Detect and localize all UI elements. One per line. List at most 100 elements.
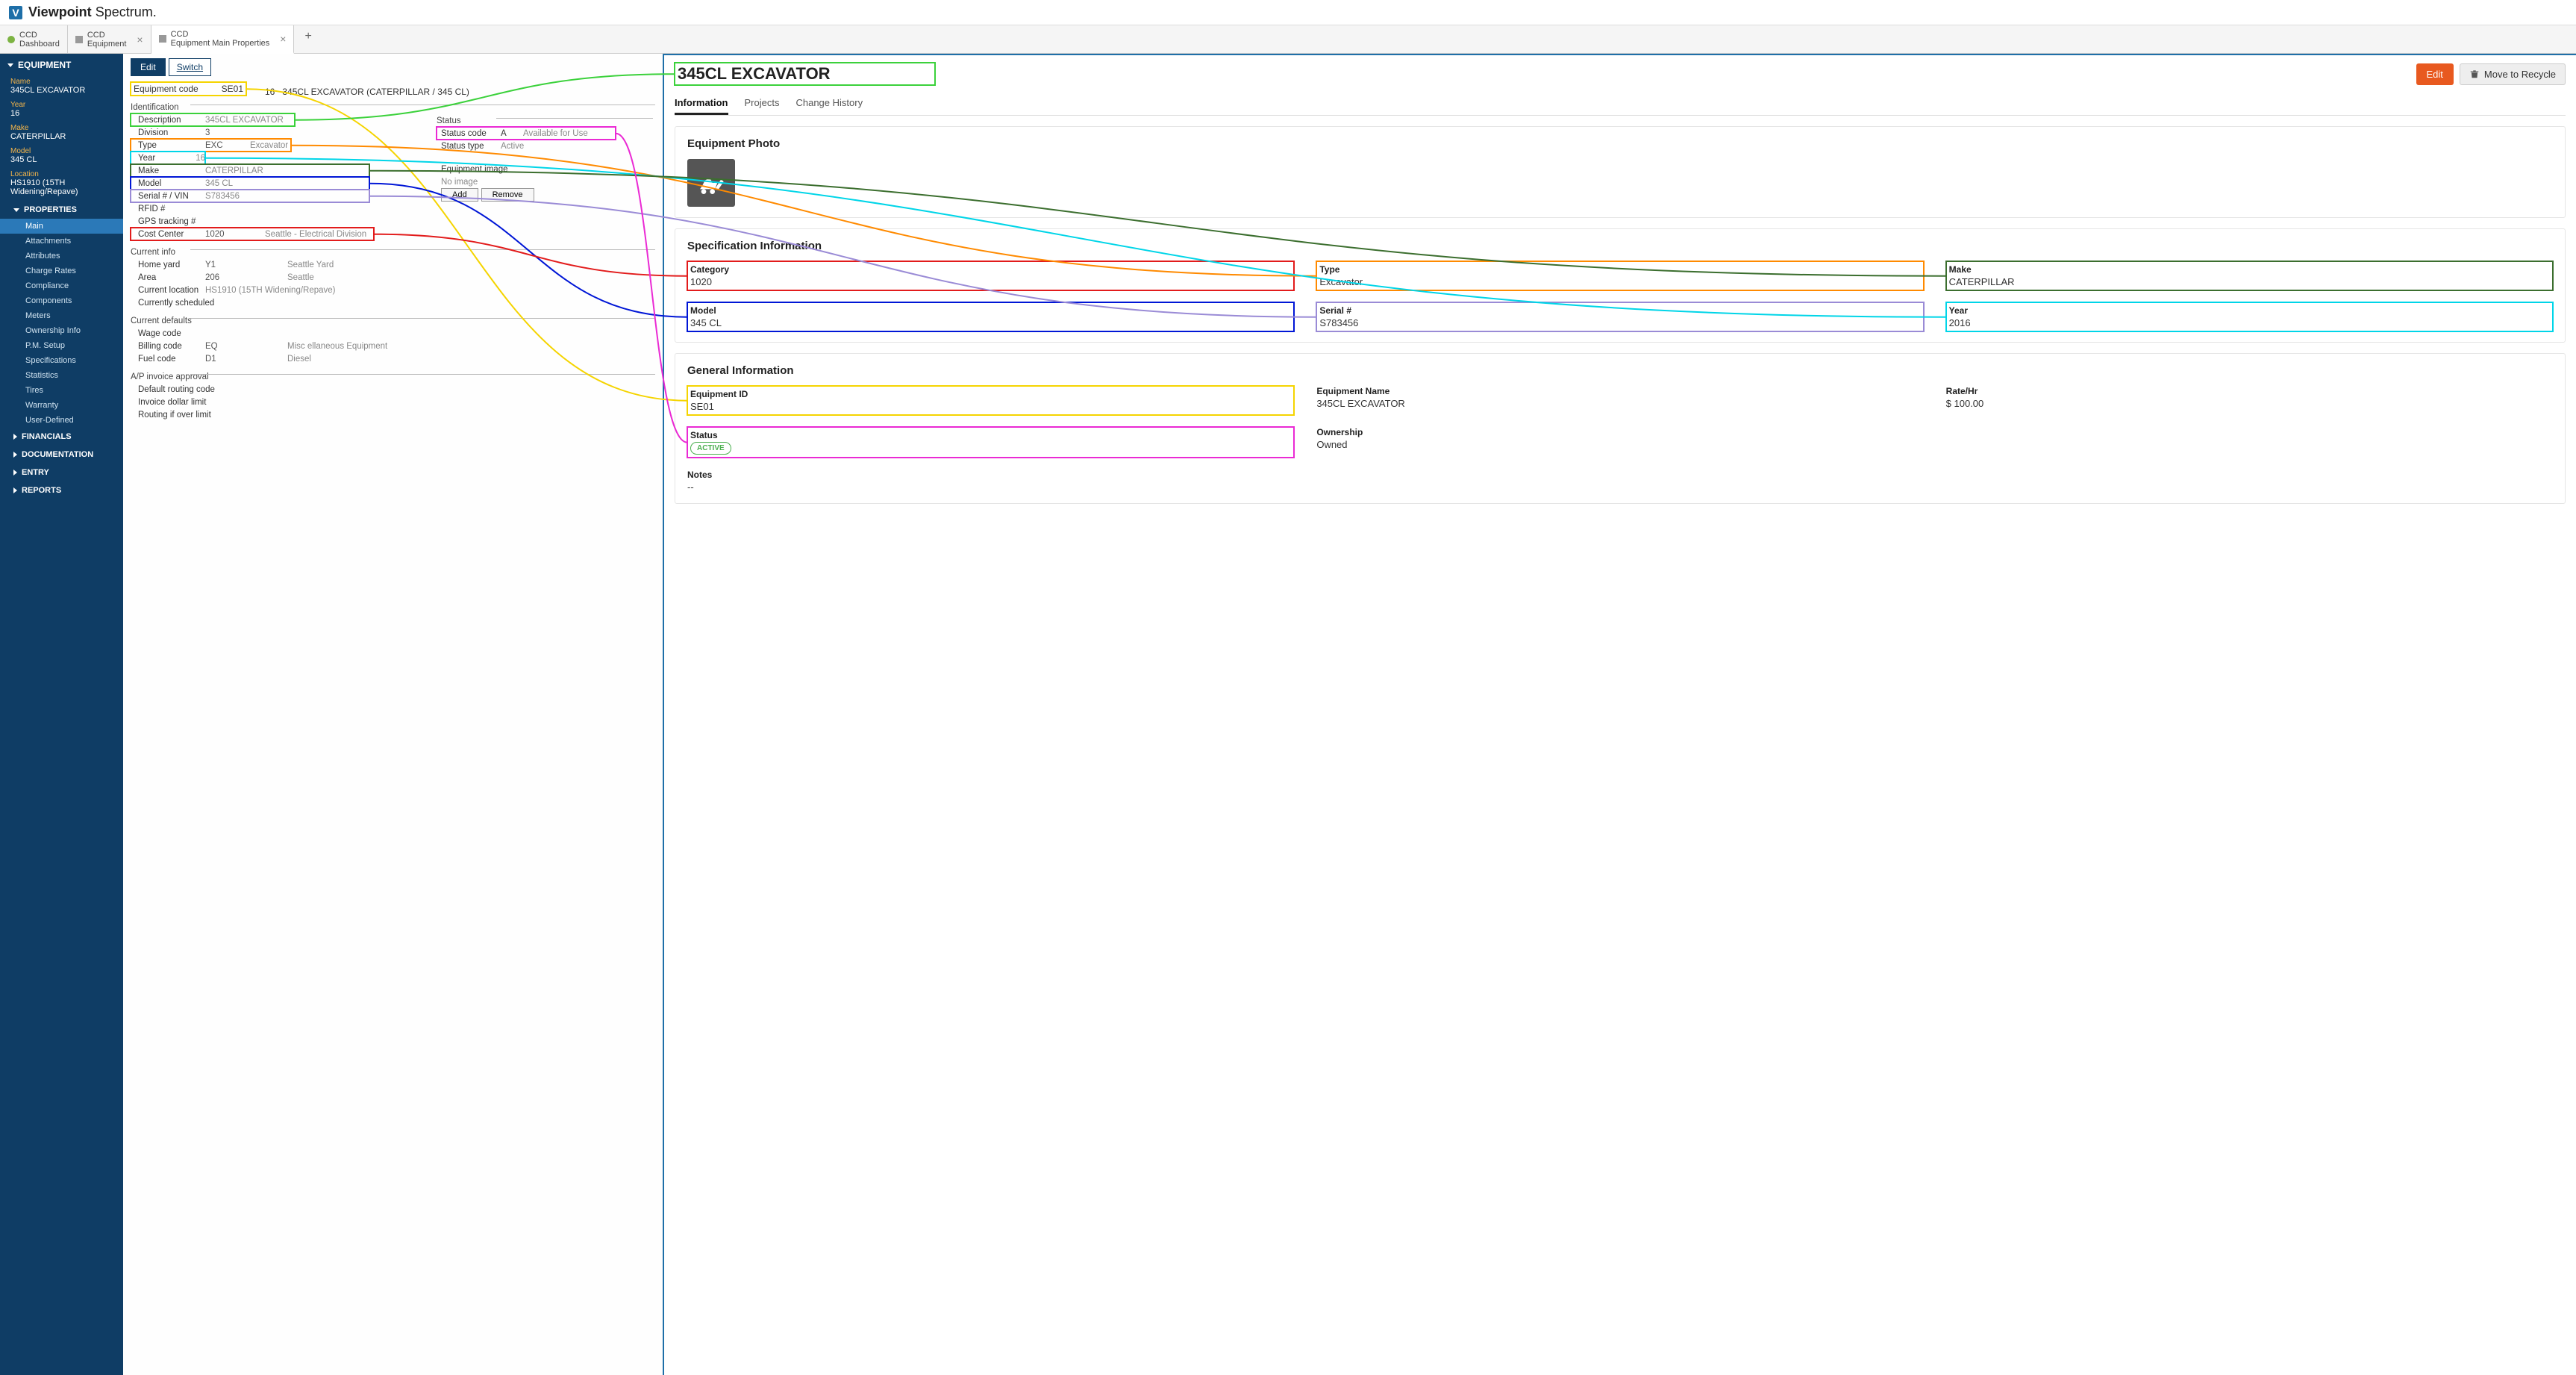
sidebar-section-label: REPORTS — [22, 486, 61, 495]
sidebar-item-statistics[interactable]: Statistics — [0, 368, 123, 383]
tab-bottom: Dashboard — [19, 40, 60, 49]
close-icon[interactable]: × — [137, 34, 143, 46]
sidebar-item-attachments[interactable]: Attachments — [0, 234, 123, 249]
fuel-code-value: D1 — [205, 355, 287, 364]
sidebar-section-label: PROPERTIES — [24, 205, 77, 214]
wage-code-label: Wage code — [131, 329, 205, 338]
gen-own-label: Ownership — [1316, 427, 1923, 437]
make-value: CATERPILLAR — [205, 166, 287, 175]
equipment-image-label: Equipment image — [441, 165, 508, 174]
status-dot-icon — [7, 36, 15, 43]
close-icon[interactable]: × — [280, 33, 286, 45]
current-location-value: HS1910 (15TH Widening/Repave) — [205, 286, 336, 295]
home-yard-desc: Seattle Yard — [287, 261, 334, 269]
sidebar: EQUIPMENT Name 345CL EXCAVATOR Year 16 M… — [0, 54, 123, 1375]
sidebar-item-warranty[interactable]: Warranty — [0, 398, 123, 413]
detail-tab-information[interactable]: Information — [675, 93, 728, 115]
sidebar-equipment-header[interactable]: EQUIPMENT — [0, 54, 123, 76]
sidebar-properties-header[interactable]: PROPERTIES — [0, 201, 123, 219]
sidebar-item-main[interactable]: Main — [0, 219, 123, 234]
spec-model-value: 345 CL — [690, 317, 1291, 328]
status-type-value: Active — [501, 142, 524, 151]
sb-year-label: Year — [0, 99, 123, 109]
sidebar-item-attributes[interactable]: Attributes — [0, 249, 123, 264]
tab-bottom: Equipment Main Properties — [171, 39, 270, 48]
gen-status-label: Status — [690, 430, 1291, 440]
sidebar-item-charge-rates[interactable]: Charge Rates — [0, 264, 123, 278]
type-label: Type — [131, 141, 205, 150]
tab-equipment[interactable]: CCDEquipment × — [68, 25, 151, 53]
sidebar-section-label: FINANCIALS — [22, 432, 72, 441]
type-value: EXC — [205, 141, 250, 150]
gen-own-value: Owned — [1316, 439, 1923, 450]
year-label: Year — [131, 154, 166, 163]
tab-dashboard[interactable]: CCDDashboard — [0, 25, 68, 53]
spec-year-value: 2016 — [1949, 317, 2550, 328]
current-info-section: Current info — [131, 240, 655, 258]
add-image-button[interactable]: Add — [441, 188, 478, 202]
sidebar-header-label: EQUIPMENT — [18, 60, 71, 70]
main-properties-form: Edit Switch Equipment code SE01 16 345CL… — [123, 54, 664, 1375]
serial-value: S783456 — [205, 192, 287, 201]
cost-center-value: 1020 — [205, 230, 265, 239]
sidebar-entry-header[interactable]: ENTRY — [0, 464, 123, 481]
edit-button[interactable]: Edit — [131, 58, 166, 76]
sidebar-reports-header[interactable]: REPORTS — [0, 481, 123, 499]
doc-icon — [75, 36, 83, 43]
sidebar-item-ownership-info[interactable]: Ownership Info — [0, 323, 123, 338]
billing-code-desc: Misc ellaneous Equipment — [287, 342, 387, 351]
gen-eqname-value: 345CL EXCAVATOR — [1316, 398, 1923, 409]
switch-button[interactable]: Switch — [169, 58, 211, 76]
specification-card: Specification Information Category 1020 … — [675, 228, 2566, 343]
gen-eqid-value: SE01 — [690, 401, 1291, 412]
sb-name-label: Name — [0, 76, 123, 86]
sidebar-item-tires[interactable]: Tires — [0, 383, 123, 398]
detail-tab-change-history[interactable]: Change History — [795, 93, 863, 115]
area-value: 206 — [205, 273, 287, 282]
tab-equipment-main-properties[interactable]: CCDEquipment Main Properties × — [151, 25, 295, 54]
spec-make-value: CATERPILLAR — [1949, 276, 2550, 287]
caret-right-icon — [13, 434, 17, 440]
sidebar-documentation-header[interactable]: DOCUMENTATION — [0, 446, 123, 464]
photo-title: Equipment Photo — [687, 137, 2553, 150]
sb-model-value: 345 CL — [0, 155, 123, 169]
sb-location-label: Location — [0, 169, 123, 178]
app-header: V Viewpoint Spectrum. — [0, 0, 2576, 25]
cost-center-desc: Seattle - Electrical Division — [265, 230, 366, 239]
billing-code-label: Billing code — [131, 342, 205, 351]
sidebar-item-components[interactable]: Components — [0, 293, 123, 308]
caret-right-icon — [13, 470, 17, 476]
brand-name-light: Spectrum — [96, 4, 153, 19]
sidebar-item-user-defined[interactable]: User-Defined — [0, 413, 123, 428]
sidebar-section-label: DOCUMENTATION — [22, 450, 93, 459]
sidebar-item-meters[interactable]: Meters — [0, 308, 123, 323]
equipment-image-value: No image — [441, 178, 478, 187]
add-tab-button[interactable]: + — [294, 25, 322, 53]
gps-label: GPS tracking # — [131, 217, 205, 226]
doc-icon — [159, 35, 166, 43]
sb-year-value: 16 — [0, 109, 123, 122]
equipment-photo-card: Equipment Photo — [675, 126, 2566, 218]
sidebar-item-compliance[interactable]: Compliance — [0, 278, 123, 293]
trash-icon — [2469, 69, 2480, 79]
move-to-recycle-button[interactable]: Move to Recycle — [2460, 63, 2566, 85]
sidebar-financials-header[interactable]: FINANCIALS — [0, 428, 123, 446]
status-section: Status — [437, 109, 653, 127]
dollar-limit-label: Invoice dollar limit — [131, 398, 235, 407]
spec-serial-label: Serial # — [1319, 305, 1920, 316]
status-code-label: Status code — [441, 129, 501, 138]
excavator-icon — [696, 168, 726, 198]
caret-right-icon — [13, 452, 17, 458]
remove-image-button[interactable]: Remove — [481, 188, 534, 202]
home-yard-label: Home yard — [131, 261, 205, 269]
sidebar-item-pm-setup[interactable]: P.M. Setup — [0, 338, 123, 353]
detail-tab-projects[interactable]: Projects — [745, 93, 780, 115]
sb-location-value: HS1910 (15TH Widening/Repave) — [0, 178, 123, 201]
model-label: Model — [131, 179, 205, 188]
serial-label: Serial # / VIN — [131, 192, 205, 201]
detail-edit-button[interactable]: Edit — [2416, 63, 2454, 85]
equipment-photo-placeholder[interactable] — [687, 159, 735, 207]
equipment-code-label: Equipment code — [134, 84, 198, 94]
sidebar-item-specifications[interactable]: Specifications — [0, 353, 123, 368]
home-yard-value: Y1 — [205, 261, 287, 269]
